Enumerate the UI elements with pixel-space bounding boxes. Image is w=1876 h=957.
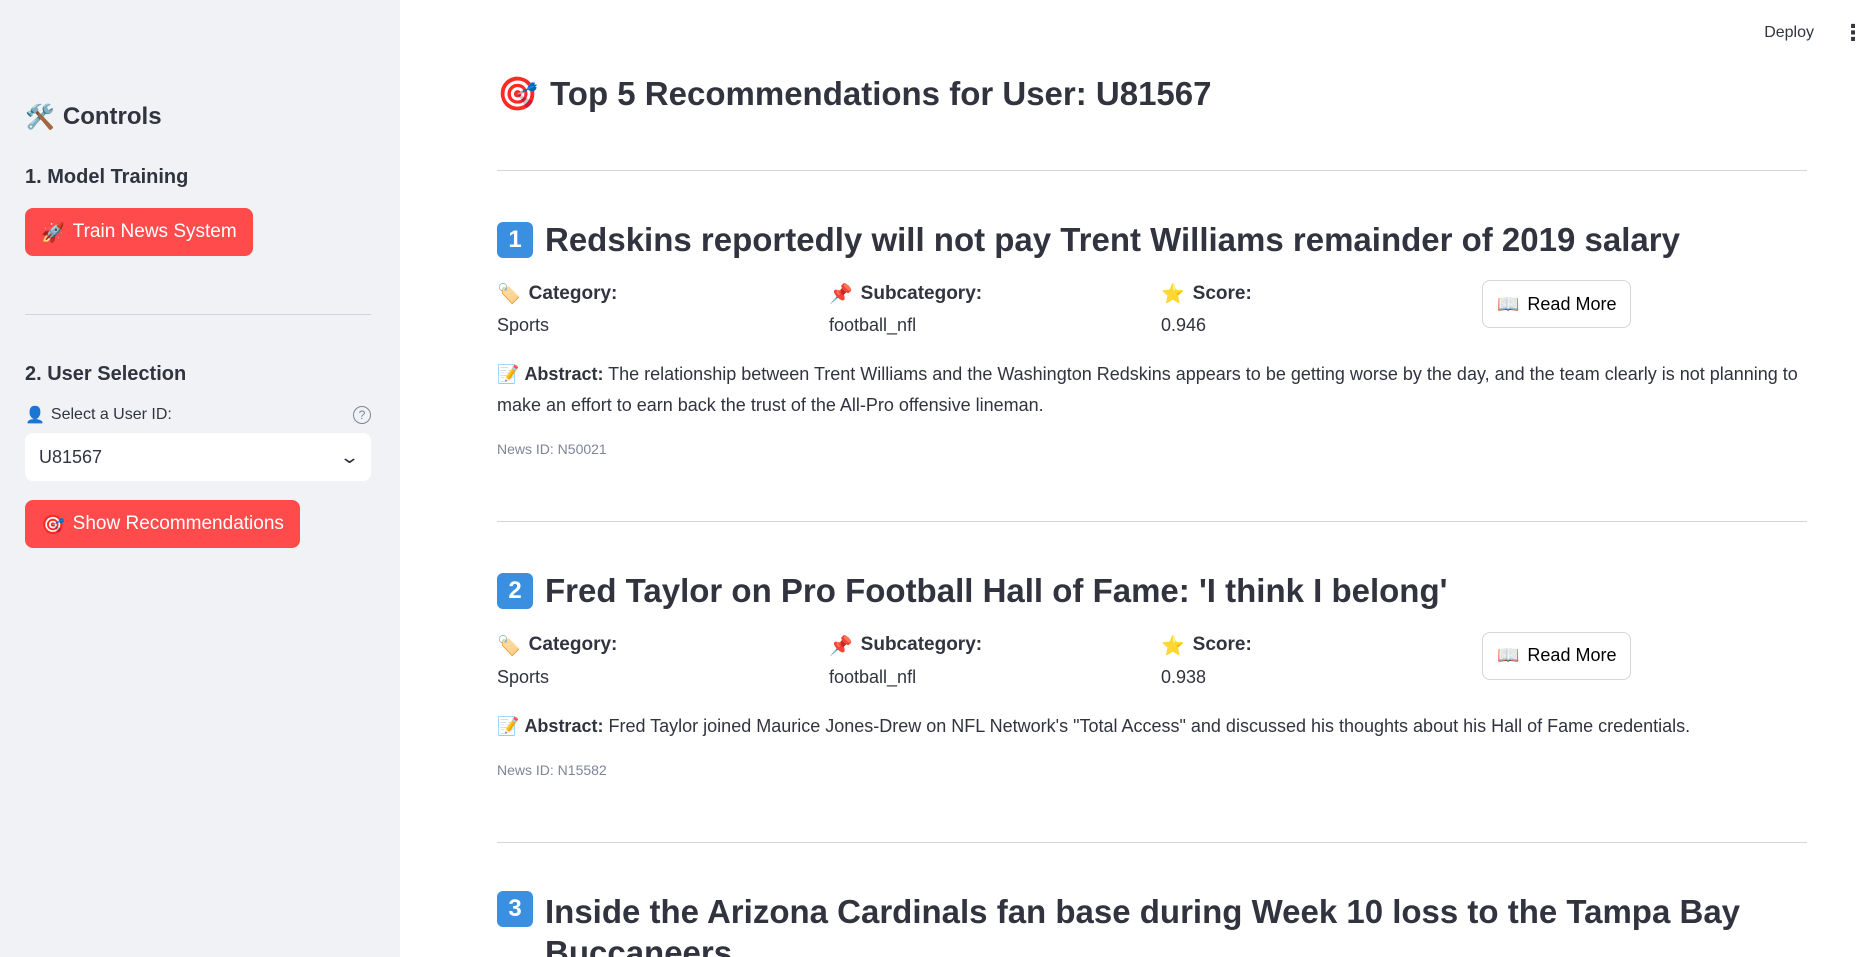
star-icon: ⭐ [1161,283,1185,306]
deploy-button[interactable]: Deploy [1764,24,1814,42]
sidebar: 🛠️ Controls 1. Model Training 🚀 Train Ne… [0,0,400,957]
sidebar-divider [25,314,371,315]
article-title-text: Inside the Arizona Cardinals fan base du… [545,892,1741,957]
book-icon: 📖 [1497,645,1520,666]
user-select-label-text: Select a User ID: [50,405,172,423]
subcategory-label: Subcategory: [860,634,983,655]
subcategory-field: 📌 Subcategory: football_nfl [829,634,1161,694]
top-toolbar: Deploy ⋮ [1764,20,1864,46]
user-select-label: 👤 Select a User ID: [25,405,172,424]
abstract-text: Fred Taylor joined Maurice Jones-Drew on… [608,715,1691,736]
subcategory-value: football_nfl [829,315,917,336]
subcategory-value: football_nfl [829,666,917,687]
read-more-label: Read More [1527,293,1617,314]
score-value: 0.938 [1161,666,1207,687]
category-label: Category: [528,634,618,655]
user-id-select-value: U81567 [39,446,103,467]
score-field: ⭐ Score: 0.946 [1161,282,1493,342]
article-card: 3 Inside the Arizona Cardinals fan base … [497,890,1807,957]
user-select-label-row: 👤 Select a User ID: ? [25,405,371,424]
divider [497,170,1807,171]
read-more-button[interactable]: 📖 Read More [1482,280,1632,329]
article-title-text: Fred Taylor on Pro Football Hall of Fame… [545,572,1448,610]
divider [497,841,1807,843]
article-meta: 🏷️ Category: Sports 📌 Subcategory: footbal… [497,631,1807,694]
rank-badge: 1 [497,221,533,258]
article-title: 3 Inside the Arizona Cardinals fan base … [497,890,1807,957]
chevron-down-icon: ⌄ [338,446,361,467]
read-more-label: Read More [1527,645,1617,665]
article-title: 1 Redskins reportedly will not pay Trent… [497,219,1807,260]
article-card: 2 Fred Taylor on Pro Football Hall of Fa… [497,570,1807,778]
star-icon: ⭐ [1161,634,1185,657]
subcategory-field: 📌 Subcategory: football_nfl [829,282,1161,342]
train-button-label: Train News System [72,221,237,242]
user-icon: 👤 [25,405,45,424]
train-news-system-button[interactable]: 🚀 Train News System [25,208,253,256]
rank-badge: 3 [497,890,533,927]
abstract-text: The relationship between Trent Williams … [497,364,1798,416]
article-abstract: 📝 Abstract: Fred Taylor joined Maurice J… [497,711,1807,742]
show-recommendations-button[interactable]: 🎯 Show Recommendations [25,500,300,548]
category-value: Sports [497,315,550,336]
score-label: Score: [1192,282,1252,304]
category-value: Sports [497,666,550,687]
rank-badge: 2 [497,572,533,609]
news-id: News ID: N15582 [497,761,607,778]
page-title: 🎯 Top 5 Recommendations for User: U81567 [497,72,1807,116]
tools-icon: 🛠️ [25,103,55,131]
tag-icon: 🏷️ [497,283,521,306]
score-label: Score: [1192,634,1252,655]
score-value: 0.946 [1161,315,1207,336]
target-icon: 🎯 [497,74,539,113]
main-menu-icon[interactable]: ⋮ [1842,20,1864,46]
user-selection-heading: 2. User Selection [25,363,187,385]
help-icon[interactable]: ? [353,405,371,424]
article-meta: 🏷️ Category: Sports 📌 Subcategory: footbal… [497,280,1807,342]
article-abstract: 📝 Abstract: The relationship between Tre… [497,359,1807,421]
category-field: 🏷️ Category: Sports [497,282,829,342]
pin-icon: 📌 [829,283,853,306]
category-field: 🏷️ Category: Sports [497,634,829,694]
divider [497,521,1807,523]
article-title-text: Redskins reportedly will not pay Trent W… [545,221,1680,258]
tag-icon: 🏷️ [497,634,521,657]
memo-icon: 📝 [497,364,520,386]
sidebar-header: 🛠️ Controls [25,98,371,136]
subcategory-label: Subcategory: [860,282,983,304]
user-id-select[interactable]: U81567 ⌄ [25,433,371,481]
show-button-label: Show Recommendations [72,513,284,534]
abstract-label: Abstract: [524,364,604,385]
model-training-heading: 1. Model Training [25,166,189,188]
read-more-button[interactable]: 📖 Read More [1482,631,1632,680]
main-content: Deploy ⋮ 🎯 Top 5 Recommendations for Use… [400,0,1876,957]
score-field: ⭐ Score: 0.938 [1161,634,1493,694]
news-id: News ID: N50021 [497,441,607,458]
category-label: Category: [528,282,618,304]
main-inner: 🎯 Top 5 Recommendations for User: U81567… [497,72,1807,957]
app-root: 🛠️ Controls 1. Model Training 🚀 Train Ne… [0,0,1876,957]
article-card: 1 Redskins reportedly will not pay Trent… [497,219,1807,457]
rocket-icon: 🚀 [41,221,65,244]
abstract-label: Abstract: [524,715,604,736]
target-icon: 🎯 [41,513,65,536]
book-icon: 📖 [1497,293,1520,315]
sidebar-title: Controls [62,103,162,130]
page-title-text: Top 5 Recommendations for User: U81567 [550,75,1212,112]
pin-icon: 📌 [829,634,853,657]
article-title: 2 Fred Taylor on Pro Football Hall of Fa… [497,570,1807,611]
memo-icon: 📝 [497,715,520,737]
